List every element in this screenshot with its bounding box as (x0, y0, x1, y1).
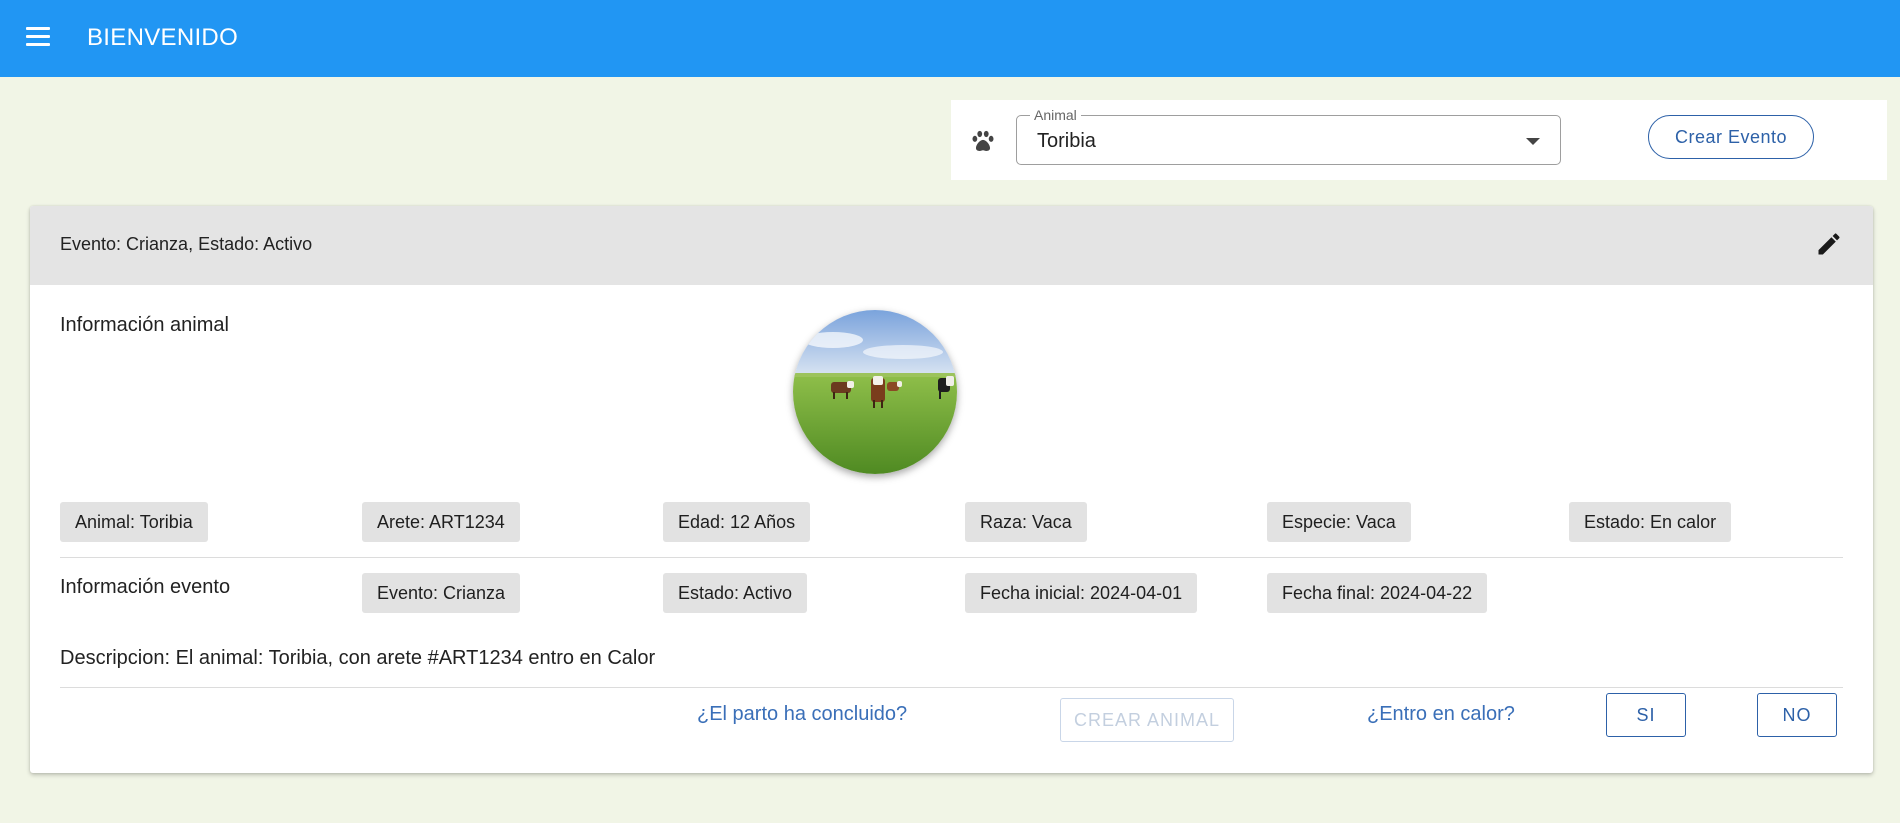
chip-evento: Evento: Crianza (362, 573, 521, 613)
chip-especie: Especie: Vaca (1267, 502, 1411, 542)
animal-select[interactable]: Animal Toribia (1016, 107, 1561, 165)
app-bar: BIENVENIDO (0, 0, 1900, 77)
card-header-title: Evento: Crianza, Estado: Activo (60, 234, 313, 254)
menu-icon[interactable] (26, 27, 50, 47)
animal-toolbar: Animal Toribia Crear Evento (951, 100, 1887, 180)
divider (60, 687, 1843, 688)
paw-icon (972, 130, 994, 151)
app-title: BIENVENIDO (87, 24, 239, 51)
chip-estado-animal: Estado: En calor (1569, 502, 1732, 542)
animal-select-value: Toribia (1037, 130, 1096, 152)
chip-raza: Raza: Vaca (965, 502, 1087, 542)
chip-fecha-inicial: Fecha inicial: 2024-04-01 (965, 573, 1198, 613)
chevron-down-icon[interactable] (1526, 138, 1540, 145)
event-info-label: Información evento (60, 576, 231, 598)
animal-photo (793, 310, 957, 474)
chip-estado-evento: Estado: Activo (663, 573, 808, 613)
event-card: Evento: Crianza, Estado: Activo Informac… (30, 206, 1873, 773)
chip-arete: Arete: ART1234 (362, 502, 520, 542)
si-button[interactable]: SI (1606, 693, 1686, 737)
crear-evento-button[interactable]: Crear Evento (1648, 115, 1814, 159)
calor-question: ¿Entro en calor? (1367, 703, 1515, 725)
animal-info-label: Información animal (60, 314, 229, 336)
event-description: Descripcion: El animal: Toribia, con are… (60, 647, 656, 669)
chip-edad: Edad: 12 Años (663, 502, 811, 542)
chip-fecha-final: Fecha final: 2024-04-22 (1267, 573, 1488, 613)
animal-select-label: Animal (1030, 107, 1081, 123)
divider (60, 557, 1843, 558)
crear-animal-button[interactable]: CREAR ANIMAL (1060, 698, 1234, 742)
card-header: Evento: Crianza, Estado: Activo (30, 206, 1873, 285)
cattle-pasture-image (793, 310, 957, 474)
parto-question: ¿El parto ha concluido? (697, 703, 908, 725)
chip-animal: Animal: Toribia (60, 502, 208, 542)
no-button[interactable]: NO (1757, 693, 1837, 737)
edit-icon[interactable] (1815, 230, 1843, 258)
